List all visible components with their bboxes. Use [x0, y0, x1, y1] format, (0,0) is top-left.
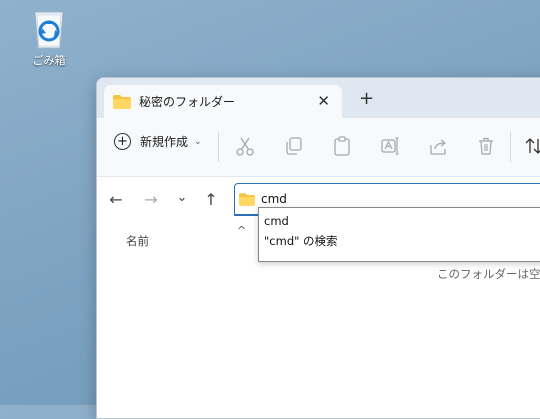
new-item-button[interactable]: + 新規作成 ⌄	[114, 133, 202, 150]
cut-button[interactable]	[234, 135, 256, 157]
share-button[interactable]	[427, 135, 449, 157]
rename-icon	[381, 137, 399, 155]
toolbar-divider	[510, 132, 511, 162]
suggestion-item[interactable]: "cmd" の検索	[259, 231, 540, 251]
recycle-bin-shortcut[interactable]: ごみ箱	[20, 6, 78, 68]
forward-button[interactable]: →	[142, 190, 160, 209]
column-header-name[interactable]: 名前	[126, 233, 149, 249]
recycle-bin-label: ごみ箱	[32, 54, 66, 67]
tab-bar: 秘密のフォルダー ✕ +	[97, 78, 540, 118]
file-explorer-window: 秘密のフォルダー ✕ + + 新規作成 ⌄ ← → ⌄ ↑ cmd 名前 ^ こ…	[96, 77, 540, 419]
toolbar-divider	[218, 132, 219, 162]
recycle-bin-icon	[29, 6, 69, 50]
sort-ascending-icon: ^	[237, 224, 247, 237]
share-icon	[430, 139, 447, 155]
sort-button[interactable]	[523, 135, 540, 157]
up-button[interactable]: ↑	[202, 190, 220, 209]
suggestion-item[interactable]: cmd	[259, 211, 540, 231]
delete-icon	[479, 137, 493, 155]
rename-button[interactable]	[379, 135, 401, 157]
plus-circle-icon: +	[114, 133, 131, 150]
address-suggestions-dropdown: cmd "cmd" の検索	[258, 207, 540, 262]
cut-icon	[236, 137, 254, 156]
chevron-down-icon: ⌄	[194, 136, 202, 147]
command-bar: + 新規作成 ⌄	[97, 118, 540, 177]
paste-button[interactable]	[331, 135, 353, 157]
tab-close-icon[interactable]: ✕	[317, 92, 330, 110]
sort-icon	[525, 138, 540, 154]
new-tab-button[interactable]: +	[359, 88, 374, 109]
recent-locations-button[interactable]: ⌄	[173, 190, 191, 205]
copy-button[interactable]	[283, 135, 305, 157]
folder-icon	[239, 192, 255, 206]
new-item-label: 新規作成	[140, 135, 189, 149]
back-button[interactable]: ←	[107, 190, 125, 209]
tab-title: 秘密のフォルダー	[139, 95, 236, 109]
empty-folder-message: このフォルダーは空です	[437, 267, 540, 281]
tab-secret-folder[interactable]: 秘密のフォルダー ✕	[104, 85, 342, 118]
copy-icon	[286, 137, 302, 155]
delete-button[interactable]	[475, 135, 497, 157]
address-input-value[interactable]: cmd	[261, 192, 287, 206]
paste-icon	[334, 136, 350, 156]
folder-icon	[113, 94, 131, 109]
